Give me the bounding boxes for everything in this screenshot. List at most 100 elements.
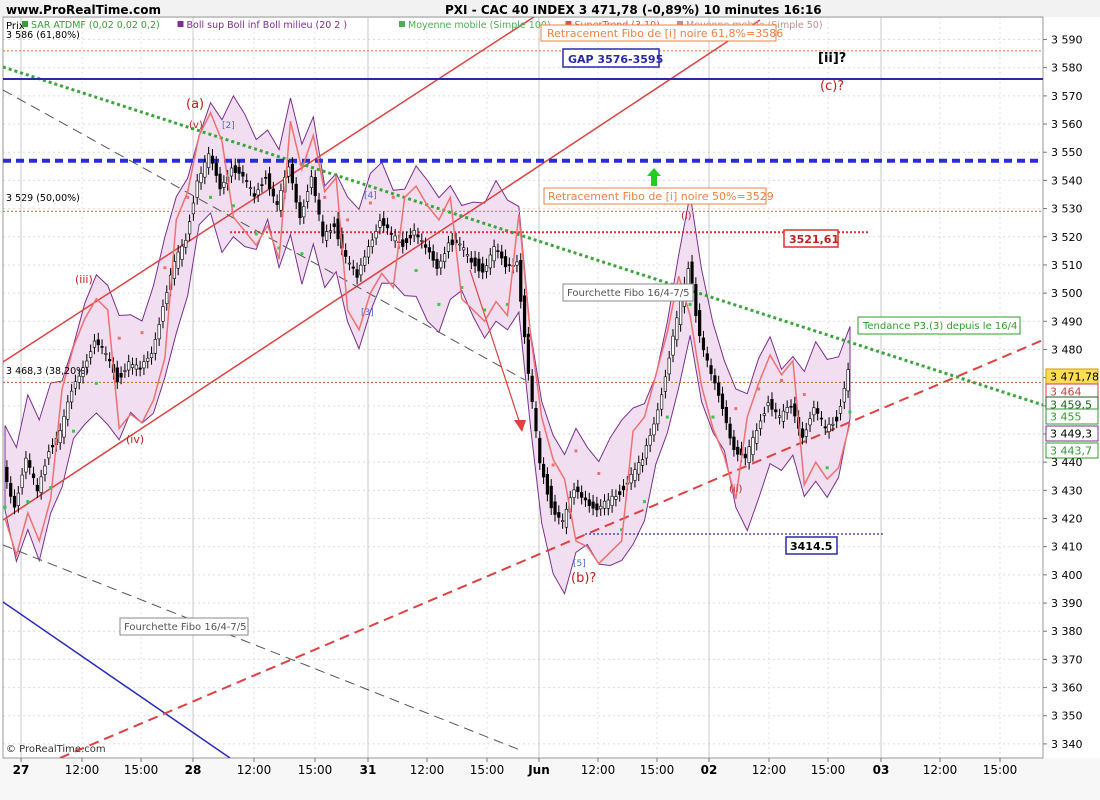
candle-body xyxy=(614,496,618,500)
candle-body xyxy=(317,199,321,215)
sar-dot xyxy=(3,505,7,509)
candle-body xyxy=(77,375,81,383)
candle-body xyxy=(557,512,561,518)
x-tick-label: 15:00 xyxy=(470,763,505,777)
candle-body xyxy=(481,263,485,273)
y-tick-label: 3 400 xyxy=(1051,569,1083,582)
candle-body xyxy=(378,220,382,228)
retr-618-text: Retracement Fibo de [i] noire 61,8%=3586 xyxy=(547,27,783,40)
sar-dot xyxy=(551,463,555,467)
candle-body xyxy=(812,407,816,416)
sar-dot xyxy=(734,407,738,411)
wave-i-small-label: (i) xyxy=(681,211,692,222)
fourchette-text-2: Fourchette Fibo 16/4-7/5 xyxy=(124,622,247,633)
candle-body xyxy=(553,501,557,515)
y-tick-label: 3 340 xyxy=(1051,738,1083,751)
level-3521-text: 3521,61 xyxy=(789,233,839,246)
sar-dot xyxy=(665,415,669,419)
candle-body xyxy=(313,177,317,196)
y-tick-label: 3 490 xyxy=(1051,315,1083,328)
sar-dot xyxy=(779,378,783,382)
sar-dot xyxy=(391,195,395,199)
candle-body xyxy=(443,253,447,262)
sar-dot xyxy=(368,201,372,205)
candle-body xyxy=(264,177,268,179)
chart-title: PXI - CAC 40 INDEX 3 471,78 (-0,89%) 10 … xyxy=(445,3,822,17)
candle-body xyxy=(39,476,43,493)
y-tick-label: 3 590 xyxy=(1051,34,1083,47)
candle-body xyxy=(180,245,184,260)
candle-body xyxy=(385,224,390,229)
candle-body xyxy=(667,357,671,375)
candle-body xyxy=(530,375,534,403)
candle-body xyxy=(191,202,196,215)
candle-body xyxy=(606,499,610,509)
candle-body xyxy=(108,358,112,362)
legend-swatch xyxy=(399,21,405,27)
candle-body xyxy=(104,353,108,355)
candle-body xyxy=(698,310,702,337)
candle-body xyxy=(755,430,759,444)
candle-body xyxy=(701,337,706,351)
candle-body xyxy=(16,492,20,506)
candle-body xyxy=(207,153,211,168)
candle-body xyxy=(366,246,371,258)
candle-body xyxy=(245,180,249,182)
candle-body xyxy=(469,257,473,263)
sar-dot xyxy=(94,381,98,385)
candle-body xyxy=(713,375,717,384)
candle-body xyxy=(515,261,519,266)
candle-body xyxy=(842,388,846,403)
candle-body xyxy=(100,346,104,348)
candle-body xyxy=(648,435,652,446)
candle-body xyxy=(789,405,793,408)
candle-body xyxy=(237,166,241,174)
candle-body xyxy=(758,420,763,429)
candle-body xyxy=(458,243,462,246)
price-tags: 3 471,783 4643 459,53 4553 449,33 443,7 xyxy=(1045,368,1099,459)
candle-body xyxy=(522,295,527,338)
candle-body xyxy=(279,190,283,211)
y-tick-label: 3 390 xyxy=(1051,597,1083,610)
x-tick-label: 15:00 xyxy=(640,763,675,777)
candle-body xyxy=(751,437,755,455)
candle-body xyxy=(248,187,253,190)
candle-body xyxy=(275,201,279,205)
candle-body xyxy=(146,357,150,362)
candle-body xyxy=(119,373,123,378)
candle-body xyxy=(587,499,591,506)
candle-body xyxy=(823,426,827,429)
x-tick-label: 12:00 xyxy=(65,763,100,777)
candle-body xyxy=(675,317,679,341)
candle-body xyxy=(229,167,234,177)
fibo-618-label: 3 586 (61,80%) xyxy=(6,30,80,41)
candle-body xyxy=(781,410,785,422)
candle-body xyxy=(127,361,131,371)
candle-body xyxy=(66,401,70,420)
y-tick-label: 3 520 xyxy=(1051,231,1083,244)
candle-body xyxy=(222,181,226,188)
site-name[interactable]: www.ProRealTime.com xyxy=(6,3,161,17)
candle-body xyxy=(659,394,664,410)
candle-body xyxy=(484,265,489,272)
candle-body xyxy=(743,453,747,459)
candle-body xyxy=(210,155,215,164)
candle-body xyxy=(450,239,454,246)
candle-body xyxy=(496,250,500,252)
candle-body xyxy=(599,505,603,510)
candle-body xyxy=(165,292,169,304)
candle-body xyxy=(302,206,306,218)
candle-body xyxy=(233,165,237,174)
candle-body xyxy=(728,423,732,439)
candle-body xyxy=(644,445,648,459)
candle-body xyxy=(637,462,641,475)
y-tick-label: 3 500 xyxy=(1051,287,1083,300)
candle-body xyxy=(793,403,797,417)
candle-body xyxy=(92,340,97,348)
gap-text: GAP 3576-3595 xyxy=(568,53,663,66)
candle-body xyxy=(172,261,176,279)
x-tick-label: 12:00 xyxy=(237,763,272,777)
legend-swatch xyxy=(177,21,184,27)
candle-body xyxy=(176,251,180,269)
candle-body xyxy=(462,247,466,251)
